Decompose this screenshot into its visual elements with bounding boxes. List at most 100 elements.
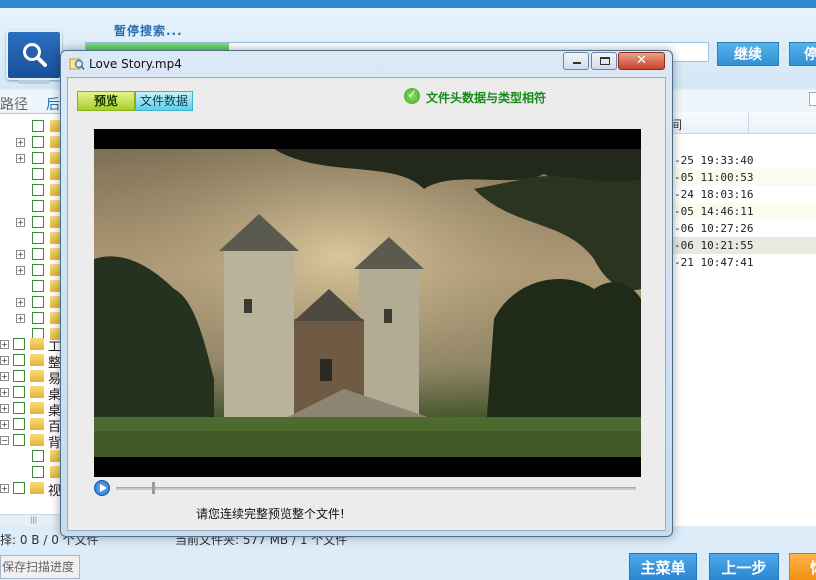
- folder-icon: [50, 232, 60, 244]
- tree-checkbox[interactable]: [32, 120, 44, 132]
- file-list-header: 间: [668, 112, 816, 134]
- folder-icon: [50, 312, 60, 324]
- folder-icon: [50, 184, 60, 196]
- expand-toggle[interactable]: +: [0, 420, 9, 429]
- tree-checkbox[interactable]: [32, 280, 44, 292]
- preview-instruction: 请您连续完整预览整个文件!: [196, 507, 345, 521]
- file-list-row[interactable]: -24 18:03:16: [668, 186, 816, 203]
- tree-checkbox[interactable]: [32, 216, 44, 228]
- folder-icon: [50, 280, 60, 292]
- folder-icon: [50, 466, 60, 478]
- tab-file-data[interactable]: 文件数据: [135, 91, 193, 111]
- view-toggle-icon[interactable]: [809, 92, 816, 106]
- expand-toggle[interactable]: +: [16, 138, 25, 147]
- seek-handle[interactable]: [152, 482, 155, 494]
- file-list-row[interactable]: -06 10:27:26: [668, 220, 816, 237]
- expand-toggle[interactable]: +: [0, 340, 9, 349]
- file-list-toolbar: [668, 90, 816, 112]
- expand-toggle[interactable]: +: [16, 266, 25, 275]
- dialog-body: 预览 文件数据 ✓ 文件头数据与类型相符 请您连续完整预览整个文件!: [67, 77, 666, 531]
- seek-bar[interactable]: [116, 487, 636, 490]
- stop-button[interactable]: 停: [789, 42, 816, 66]
- file-list-row[interactable]: -05 14:46:11: [668, 203, 816, 220]
- footer-bar: 保存扫描进度 主菜单 上一步 恢: [0, 548, 816, 580]
- file-list-panel: 间 -25 19:33:40 -05 11:00:53 -24 18:03:16 -0…: [668, 90, 816, 526]
- minimize-icon: [573, 62, 581, 64]
- tree-checkbox[interactable]: [13, 418, 25, 430]
- recover-button[interactable]: 恢: [789, 553, 816, 580]
- folder-icon: [50, 296, 60, 308]
- expand-toggle[interactable]: +: [0, 484, 9, 493]
- tree-checkbox[interactable]: [32, 312, 44, 324]
- expand-toggle[interactable]: +: [16, 154, 25, 163]
- folder-icon: [50, 248, 60, 260]
- folder-icon: [30, 338, 44, 350]
- main-menu-button[interactable]: 主菜单: [629, 553, 697, 580]
- expand-toggle[interactable]: +: [16, 298, 25, 307]
- scan-status-text: 暂停搜索...: [114, 24, 183, 38]
- tree-checkbox[interactable]: [32, 168, 44, 180]
- tree-checkbox[interactable]: [32, 184, 44, 196]
- tab-second[interactable]: 后: [46, 94, 60, 114]
- tree-checkbox[interactable]: [32, 264, 44, 276]
- tree-checkbox[interactable]: [32, 248, 44, 260]
- folder-icon: [50, 216, 60, 228]
- minimize-button[interactable]: [563, 52, 589, 70]
- folder-icon: [50, 200, 60, 212]
- tree-checkbox[interactable]: [13, 386, 25, 398]
- column-separator[interactable]: [748, 112, 749, 134]
- magnifier-icon: [23, 43, 47, 67]
- file-list-row[interactable]: -25 19:33:40: [668, 152, 816, 169]
- folder-icon: [30, 434, 44, 446]
- file-list-row[interactable]: -21 10:47:41: [668, 254, 816, 271]
- folder-icon: [50, 136, 60, 148]
- folder-icon: [30, 386, 44, 398]
- tree-checkbox[interactable]: [13, 434, 25, 446]
- tab-path[interactable]: 路径: [0, 94, 28, 114]
- expand-toggle[interactable]: +: [16, 314, 25, 323]
- video-player-controls: [94, 477, 641, 499]
- folder-icon: [50, 120, 60, 132]
- maximize-button[interactable]: [591, 52, 617, 70]
- castle-scene-image: [94, 149, 641, 457]
- expand-toggle[interactable]: +: [0, 372, 9, 381]
- play-button[interactable]: [94, 480, 110, 496]
- folder-icon: [30, 418, 44, 430]
- tree-checkbox[interactable]: [32, 136, 44, 148]
- file-list-row[interactable]: -05 11:00:53: [668, 169, 816, 186]
- folder-icon: [50, 450, 60, 462]
- tree-checkbox[interactable]: [32, 466, 44, 478]
- tree-checkbox[interactable]: [32, 296, 44, 308]
- tree-checkbox[interactable]: [32, 232, 44, 244]
- tree-checkbox[interactable]: [13, 354, 25, 366]
- app-top-strip: [0, 0, 816, 8]
- expand-toggle[interactable]: −: [0, 436, 9, 445]
- folder-icon: [30, 402, 44, 414]
- expand-toggle[interactable]: +: [0, 404, 9, 413]
- continue-button[interactable]: 继续: [717, 42, 779, 66]
- expand-toggle[interactable]: +: [0, 388, 9, 397]
- tree-checkbox[interactable]: [13, 402, 25, 414]
- tab-preview[interactable]: 预览: [77, 91, 135, 111]
- folder-icon: [50, 264, 60, 276]
- expand-toggle[interactable]: +: [16, 250, 25, 259]
- expand-toggle[interactable]: +: [0, 356, 9, 365]
- expand-toggle[interactable]: +: [16, 218, 25, 227]
- video-preview[interactable]: [94, 129, 641, 477]
- tree-checkbox[interactable]: [32, 450, 44, 462]
- save-scan-progress-button[interactable]: 保存扫描进度: [0, 555, 80, 579]
- tree-checkbox[interactable]: [32, 152, 44, 164]
- tree-checkbox[interactable]: [32, 200, 44, 212]
- close-button[interactable]: ✕: [618, 52, 665, 70]
- tree-checkbox[interactable]: [13, 370, 25, 382]
- folder-icon: [30, 370, 44, 382]
- scrollbar-thumb[interactable]: |||: [30, 517, 48, 524]
- close-icon: ✕: [636, 53, 647, 68]
- tree-checkbox[interactable]: [13, 338, 25, 350]
- previous-step-button[interactable]: 上一步: [709, 553, 779, 580]
- folder-icon: [30, 482, 44, 494]
- folder-icon: [30, 354, 44, 366]
- tree-checkbox[interactable]: [13, 482, 25, 494]
- video-frame: [94, 149, 641, 457]
- file-list-row[interactable]: -06 10:21:55: [668, 237, 816, 254]
